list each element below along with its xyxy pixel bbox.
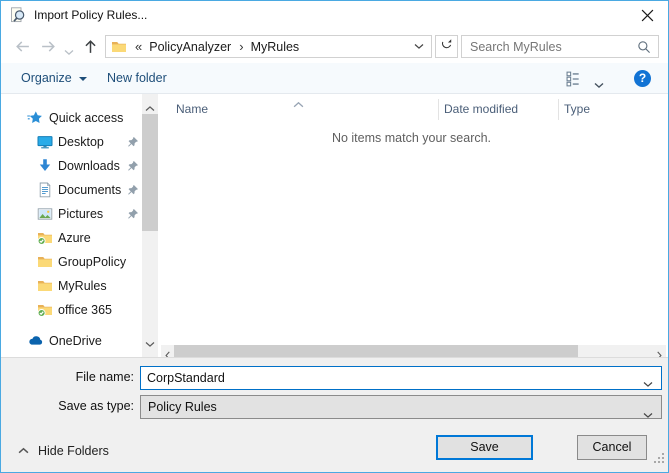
column-header-name[interactable]: Name [176, 97, 208, 122]
documents-icon [37, 182, 53, 198]
save-as-type-select[interactable]: Policy Rules [140, 395, 662, 419]
sidebar-item-office-365[interactable]: office 365 [1, 298, 142, 322]
chevron-down-icon[interactable] [643, 375, 653, 393]
downloads-icon [37, 158, 53, 174]
back-arrow-icon[interactable] [14, 38, 32, 56]
sidebar-item-label: OneDrive [49, 334, 102, 349]
sort-ascending-caret-icon [293, 95, 304, 113]
quick-access-icon [27, 110, 43, 126]
pin-icon [127, 160, 139, 175]
navigation-pane: Quick access Desktop Downloads Documents Pic… [1, 94, 142, 357]
sidebar-item-documents[interactable]: Documents [1, 178, 142, 202]
breadcrumb-segment-1[interactable]: PolicyAnalyzer [149, 40, 231, 54]
sidebar-item-label: Documents [58, 183, 121, 198]
chevron-up-icon [18, 438, 29, 462]
sidebar-item-label: GroupPolicy [58, 255, 126, 270]
column-divider[interactable] [438, 99, 439, 120]
sidebar-item-label: Desktop [58, 135, 104, 150]
sidebar-item-onedrive[interactable]: OneDrive [1, 329, 142, 353]
pictures-icon [37, 206, 53, 222]
column-header-date-modified[interactable]: Date modified [444, 97, 518, 122]
chevron-down-icon [643, 404, 653, 426]
address-dropdown-chevron-icon[interactable] [414, 43, 424, 50]
policy-analyzer-icon [10, 7, 26, 23]
onedrive-icon [27, 333, 43, 349]
chevron-down-icon [594, 76, 604, 94]
folder-icon [37, 278, 53, 294]
navigation-bar: « PolicyAnalyzer › MyRules [1, 30, 668, 63]
file-name-label: File name: [1, 366, 134, 389]
close-icon[interactable] [641, 9, 655, 23]
view-list-icon [566, 74, 585, 91]
refresh-button[interactable] [435, 35, 458, 58]
address-bar[interactable]: « PolicyAnalyzer › MyRules [105, 35, 432, 58]
breadcrumb-segment-2[interactable]: MyRules [251, 40, 300, 54]
breadcrumb-separator-icon: › [239, 39, 243, 54]
dialog-footer: File name: Save as type: Policy Rules Hi… [1, 357, 668, 472]
empty-list-message: No items match your search. [161, 131, 662, 145]
sidebar-item-myrules[interactable]: MyRules [1, 274, 142, 298]
scroll-down-icon[interactable] [145, 335, 155, 353]
up-arrow-icon[interactable] [82, 38, 100, 56]
pin-icon [127, 136, 139, 151]
pin-icon [127, 184, 139, 199]
sidebar-item-pictures[interactable]: Pictures [1, 202, 142, 226]
save-as-type-label: Save as type: [1, 395, 134, 418]
sidebar-item-quick-access[interactable]: Quick access [1, 106, 142, 130]
search-box [461, 35, 659, 58]
sidebar-item-label: office 365 [58, 303, 112, 318]
save-as-type-value: Policy Rules [148, 400, 217, 414]
sidebar-scrollbar[interactable] [142, 94, 158, 357]
sidebar-scrollbar-thumb[interactable] [142, 114, 158, 231]
refresh-icon [440, 38, 453, 56]
search-icon[interactable] [637, 40, 651, 59]
sidebar-item-label: Azure [58, 231, 91, 246]
save-button[interactable]: Save [436, 435, 533, 460]
forward-arrow-icon[interactable] [40, 38, 58, 56]
sidebar-item-label: Quick access [49, 111, 123, 126]
sidebar-item-desktop[interactable]: Desktop [1, 130, 142, 154]
window-title: Import Policy Rules... [34, 1, 147, 30]
cancel-button[interactable]: Cancel [577, 435, 647, 460]
import-policy-rules-dialog: Import Policy Rules... « PolicyAnalyzer … [0, 0, 669, 473]
sidebar-item-downloads[interactable]: Downloads [1, 154, 142, 178]
command-toolbar: Organize New folder ? [1, 63, 668, 94]
column-header-type[interactable]: Type [564, 97, 590, 122]
folder-synced-icon [37, 302, 53, 318]
sidebar-item-label: Pictures [58, 207, 103, 222]
file-name-combobox [140, 366, 662, 390]
resize-grip-icon[interactable] [652, 451, 665, 469]
chevron-down-icon [79, 77, 87, 81]
new-folder-button[interactable]: New folder [107, 63, 167, 93]
organize-label: Organize [21, 71, 72, 85]
sidebar-item-label: Downloads [58, 159, 120, 174]
horizontal-scrollbar-thumb[interactable] [174, 345, 578, 357]
hide-folders-label: Hide Folders [38, 444, 109, 458]
desktop-icon [37, 134, 53, 150]
change-view-button[interactable] [566, 71, 610, 87]
search-input[interactable] [462, 36, 658, 57]
breadcrumb-collapsed-marker[interactable]: « [135, 39, 142, 54]
hide-folders-button[interactable]: Hide Folders [18, 438, 109, 462]
recent-locations-chevron-icon[interactable] [64, 43, 82, 61]
title-bar: Import Policy Rules... [1, 1, 668, 30]
file-list-horizontal-scrollbar[interactable] [161, 345, 666, 357]
help-icon[interactable]: ? [634, 70, 651, 87]
folder-icon [37, 254, 53, 270]
folder-synced-icon [37, 230, 53, 246]
sidebar-item-grouppolicy[interactable]: GroupPolicy [1, 250, 142, 274]
sidebar-item-azure[interactable]: Azure [1, 226, 142, 250]
organize-button[interactable]: Organize [21, 63, 87, 93]
file-name-input[interactable] [141, 367, 661, 389]
pin-icon [127, 208, 139, 223]
sidebar-item-label: MyRules [58, 279, 107, 294]
folder-icon [111, 39, 127, 55]
column-divider[interactable] [558, 99, 559, 120]
